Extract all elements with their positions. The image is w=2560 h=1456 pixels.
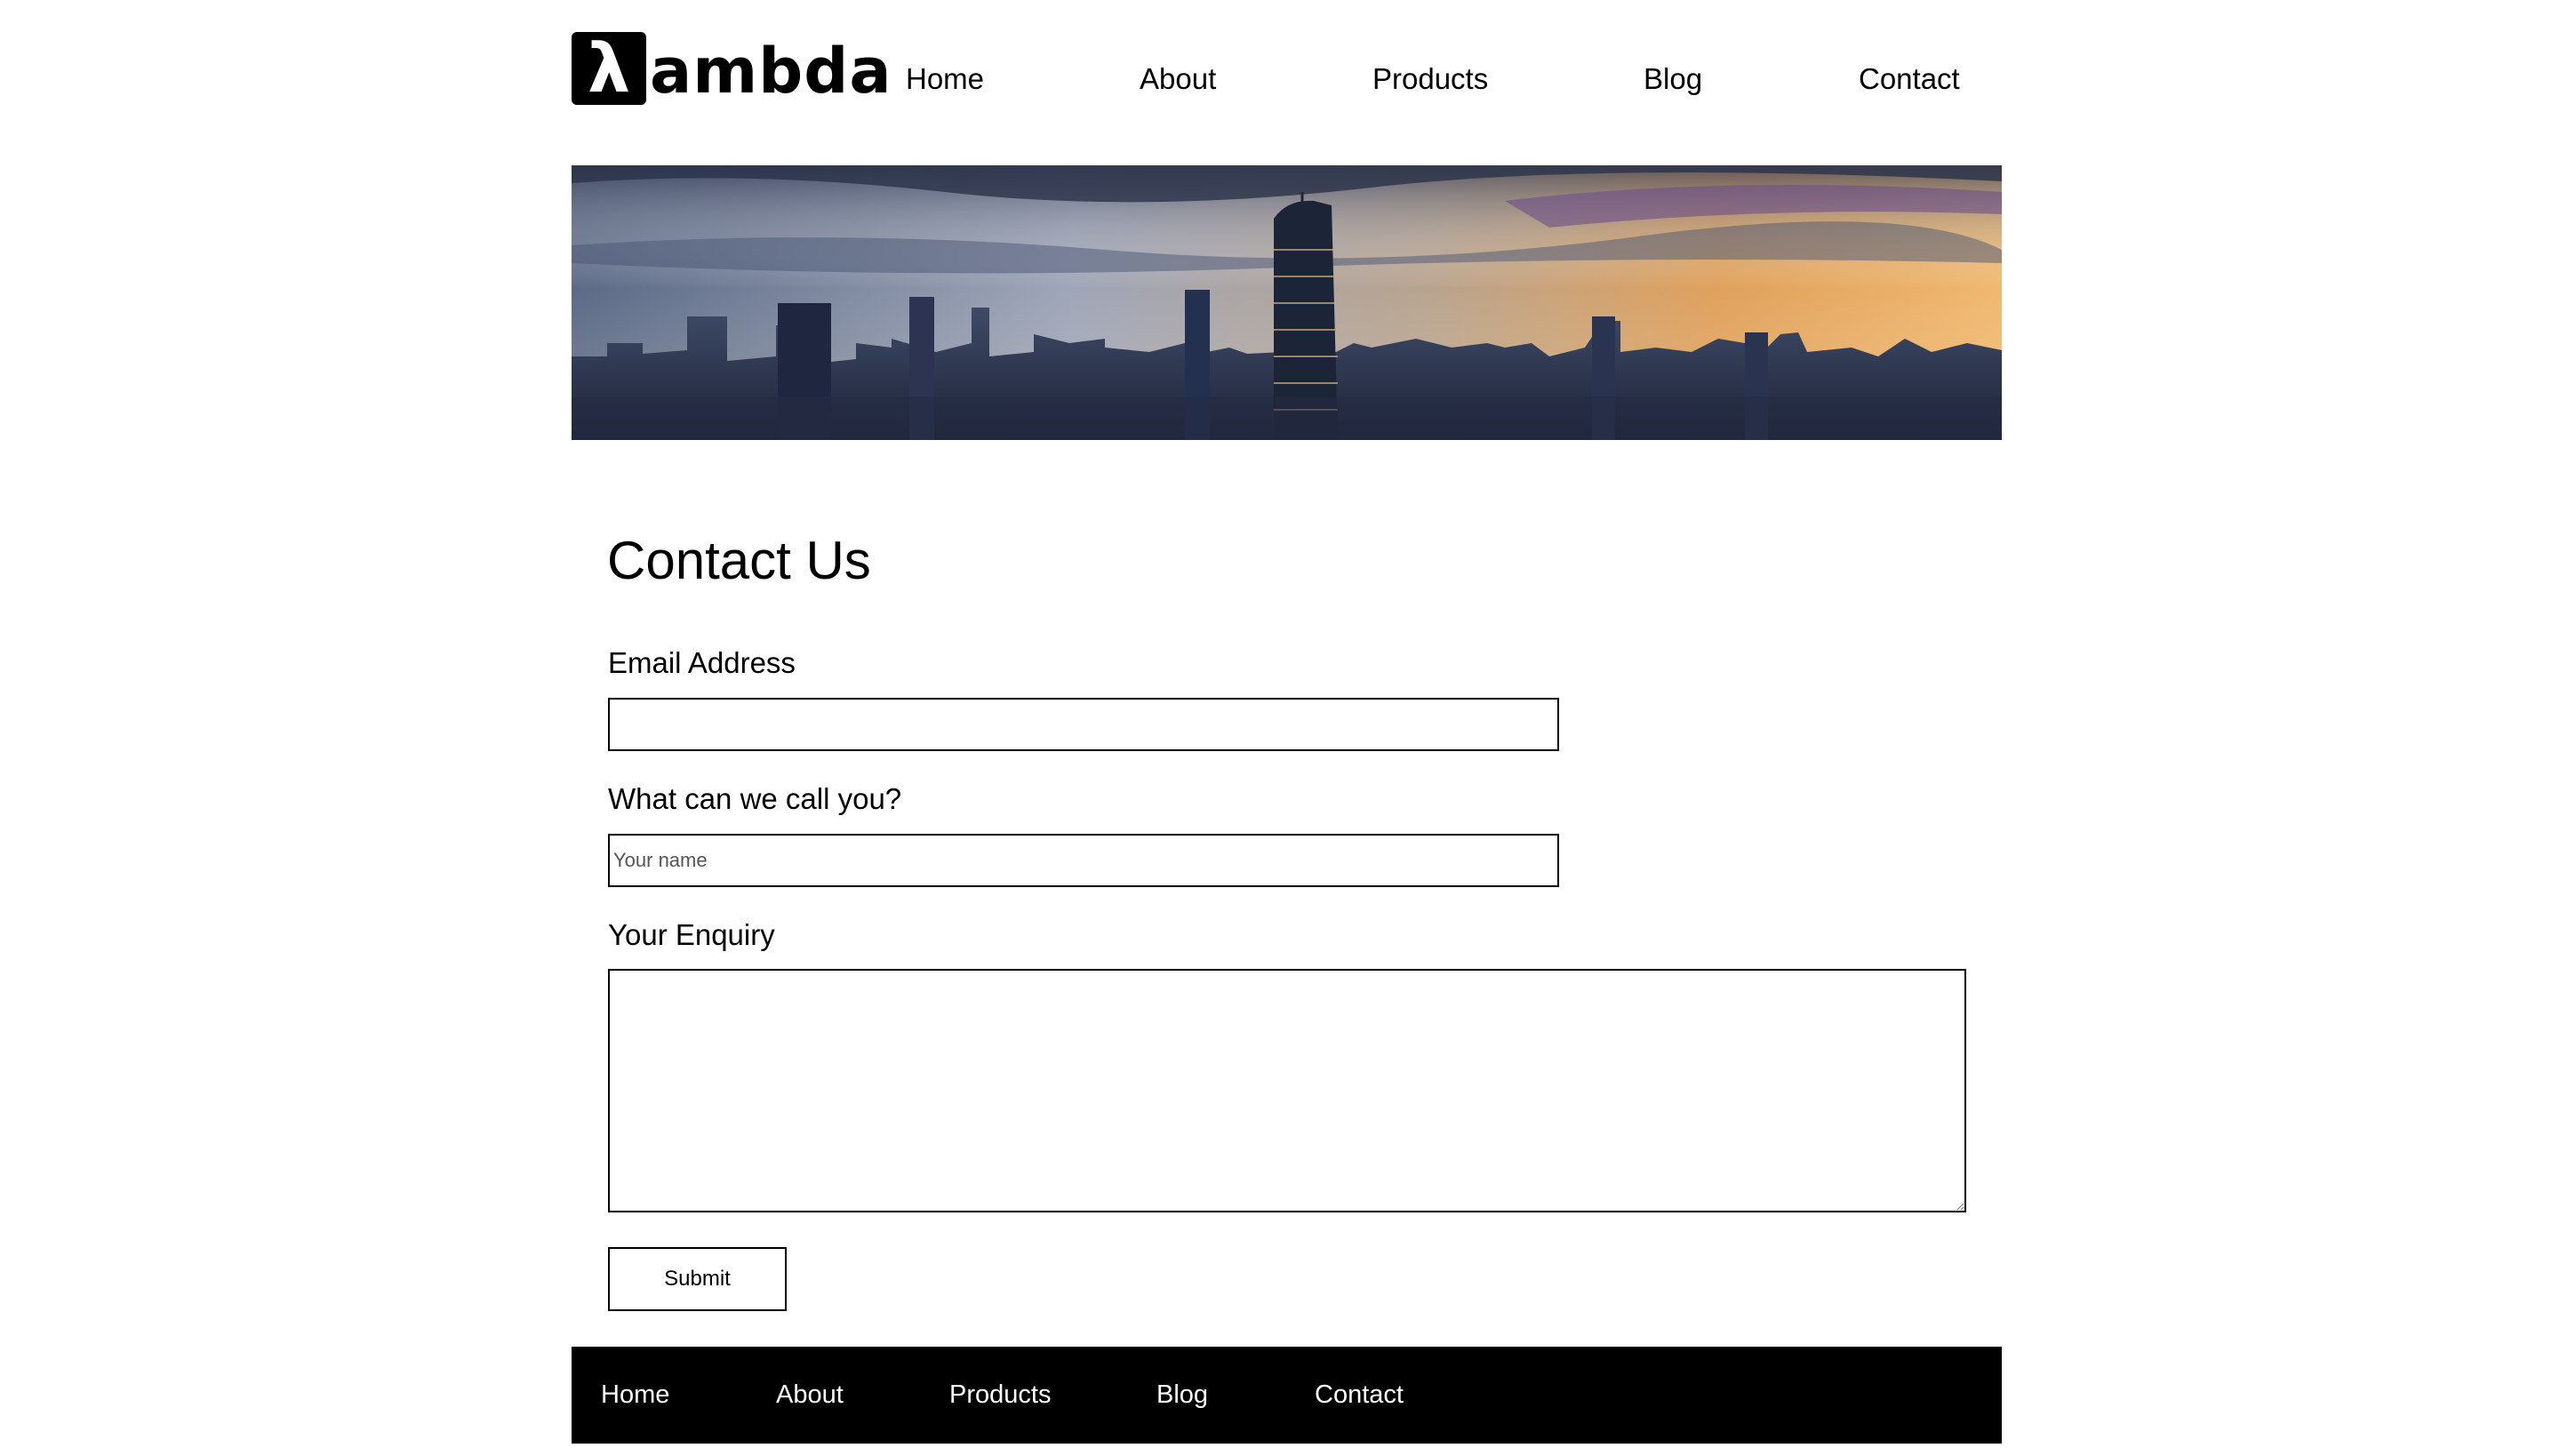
email-field[interactable] xyxy=(608,698,1559,751)
enquiry-textarea[interactable] xyxy=(608,969,1966,1212)
nav-products-link[interactable]: Products xyxy=(1372,62,1488,96)
nav-contact-link[interactable]: Contact xyxy=(1859,62,1960,96)
footer-home-link[interactable]: Home xyxy=(601,1380,669,1410)
name-field[interactable] xyxy=(608,834,1559,887)
name-label: What can we call you? xyxy=(608,782,902,815)
nav-blog-link[interactable]: Blog xyxy=(1644,62,1702,96)
footer-products-link[interactable]: Products xyxy=(949,1380,1051,1410)
footer-about-link[interactable]: About xyxy=(776,1380,844,1410)
enquiry-label: Your Enquiry xyxy=(608,918,775,951)
footer-blog-link[interactable]: Blog xyxy=(1156,1380,1208,1410)
nav-about-link[interactable]: About xyxy=(1140,62,1216,96)
submit-button[interactable]: Submit xyxy=(608,1247,787,1311)
footer-nav: Home About Products Blog Contact xyxy=(572,1347,2002,1444)
top-nav: Home About Products Blog Contact xyxy=(0,62,2560,101)
nav-home-link[interactable]: Home xyxy=(906,62,984,96)
email-label: Email Address xyxy=(608,646,796,679)
footer-contact-link[interactable]: Contact xyxy=(1315,1380,1404,1410)
page: λ ambda Home About Products Blog Contact xyxy=(0,0,2560,1456)
page-title: Contact Us xyxy=(607,531,871,590)
hero-city-skyline-image xyxy=(572,165,2002,440)
